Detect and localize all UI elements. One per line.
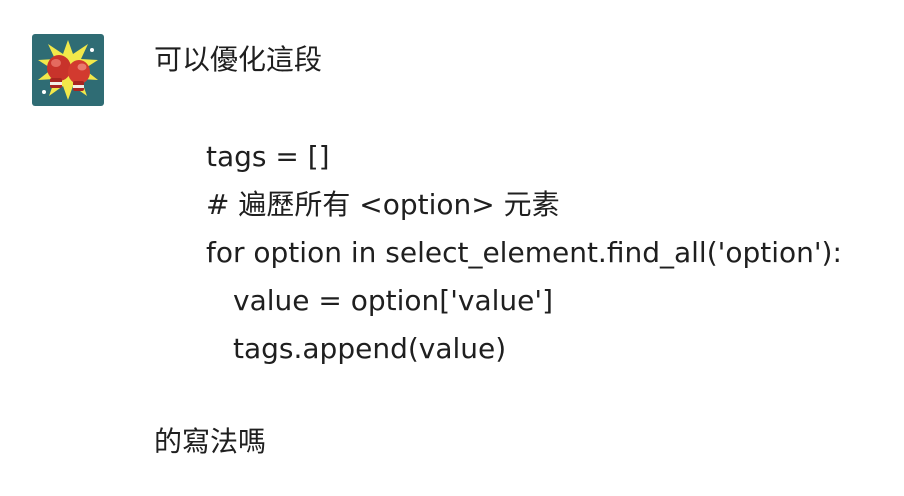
code-line: # 遍歷所有 <option> 元素 [206, 188, 560, 221]
code-line: tags.append(value) [233, 332, 507, 365]
code-line: tags = [] [206, 140, 330, 173]
user-avatar [32, 34, 104, 106]
message-intro-text: 可以優化這段 [154, 43, 323, 76]
message-outro-text: 的寫法嗎 [154, 425, 267, 458]
code-line: value = option['value'] [233, 284, 554, 317]
code-line: for option in select_element.find_all('o… [206, 236, 842, 269]
boxing-gloves-icon [38, 40, 98, 100]
